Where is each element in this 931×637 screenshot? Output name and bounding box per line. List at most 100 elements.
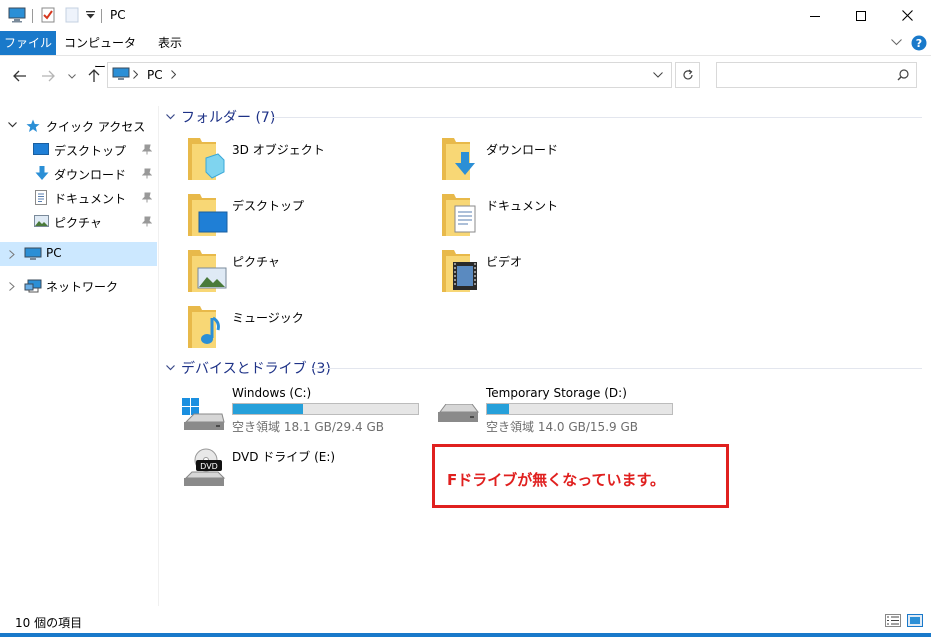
folder-label: 3D オブジェクト bbox=[232, 143, 325, 157]
folder-icon bbox=[186, 136, 226, 182]
folder-icon bbox=[440, 192, 480, 238]
window-title: PC bbox=[110, 8, 126, 22]
sidebar-item-desktop[interactable]: デスクトップ bbox=[0, 138, 157, 162]
properties-icon[interactable] bbox=[41, 7, 55, 23]
folder-videos[interactable]: ビデオ bbox=[440, 248, 670, 298]
svg-text:?: ? bbox=[916, 37, 922, 50]
forward-arrow-icon bbox=[41, 70, 55, 82]
separator bbox=[101, 9, 102, 23]
sidebar-item-label: PC bbox=[46, 246, 62, 260]
group-header-label: デバイスとドライブ (3) bbox=[181, 361, 331, 377]
drive-d[interactable]: Temporary Storage (D:) 空き領域 14.0 GB/15.9… bbox=[436, 386, 681, 436]
chevron-right-icon[interactable] bbox=[171, 70, 176, 79]
drive-usage-bar bbox=[486, 403, 673, 415]
pin-icon[interactable] bbox=[142, 192, 152, 203]
forward-button[interactable] bbox=[40, 68, 56, 84]
back-button[interactable] bbox=[12, 68, 28, 84]
folder-icon bbox=[186, 304, 226, 350]
search-icon bbox=[897, 69, 909, 81]
sidebar-item-pictures[interactable]: ピクチャ bbox=[0, 210, 157, 234]
chevron-down-icon bbox=[68, 73, 76, 79]
sidebar-item-network[interactable]: ネットワーク bbox=[0, 274, 157, 298]
folder-desktop[interactable]: デスクトップ bbox=[186, 192, 416, 242]
help-icon[interactable]: ? bbox=[911, 35, 927, 51]
sidebar-item-label: ピクチャ bbox=[54, 216, 102, 230]
picture-icon bbox=[34, 215, 49, 227]
pc-icon[interactable] bbox=[8, 7, 26, 23]
pc-icon bbox=[112, 67, 130, 82]
up-button[interactable] bbox=[86, 68, 102, 84]
maximize-button[interactable] bbox=[838, 0, 884, 31]
folder-icon bbox=[440, 136, 480, 182]
close-icon bbox=[901, 10, 913, 21]
expand-ribbon-icon[interactable] bbox=[891, 39, 902, 46]
item-count: 10 個の項目 bbox=[15, 616, 83, 630]
pin-icon[interactable] bbox=[142, 168, 152, 179]
tab-view[interactable]: 表示 bbox=[148, 31, 192, 55]
annotation-box: Fドライブが無くなっています。 bbox=[432, 444, 729, 508]
drive-c[interactable]: Windows (C:) 空き領域 18.1 GB/29.4 GB bbox=[182, 386, 427, 436]
folder-label: ドキュメント bbox=[486, 199, 559, 213]
svg-text:DVD: DVD bbox=[200, 462, 218, 471]
folder-3d-objects[interactable]: 3D オブジェクト bbox=[186, 136, 416, 186]
breadcrumb-pc[interactable]: PC bbox=[147, 68, 163, 82]
chevron-right-icon[interactable] bbox=[9, 250, 15, 259]
pin-icon[interactable] bbox=[142, 144, 152, 155]
pc-icon bbox=[24, 247, 42, 261]
divider bbox=[272, 117, 922, 118]
details-view-icon[interactable] bbox=[885, 614, 901, 627]
windows-drive-icon bbox=[182, 398, 226, 432]
new-folder-icon[interactable] bbox=[65, 7, 79, 23]
folder-pictures[interactable]: ピクチャ bbox=[186, 248, 416, 298]
group-header-label: フォルダー (7) bbox=[181, 110, 276, 126]
folder-label: デスクトップ bbox=[232, 199, 305, 213]
tab-computer[interactable]: コンピューター bbox=[64, 31, 136, 74]
dropdown-icon[interactable] bbox=[86, 11, 95, 19]
sidebar-item-documents[interactable]: ドキュメント bbox=[0, 186, 157, 210]
folder-icon bbox=[186, 248, 228, 294]
download-arrow-icon bbox=[35, 166, 49, 181]
close-button[interactable] bbox=[884, 0, 930, 31]
drive-free-space: 空き領域 18.1 GB/29.4 GB bbox=[232, 420, 384, 434]
sidebar-item-label: ネットワーク bbox=[46, 280, 119, 294]
folder-downloads[interactable]: ダウンロード bbox=[440, 136, 670, 186]
folder-music[interactable]: ミュージック bbox=[186, 304, 416, 354]
folder-label: ピクチャ bbox=[232, 255, 280, 269]
chevron-right-icon bbox=[133, 70, 138, 79]
dvd-icon: DVD bbox=[182, 448, 226, 488]
drive-name: Windows (C:) bbox=[232, 386, 312, 400]
folder-label: ビデオ bbox=[486, 255, 523, 269]
address-bar[interactable]: PC bbox=[107, 62, 672, 88]
address-dropdown-icon[interactable] bbox=[653, 72, 663, 78]
group-header-folders[interactable]: フォルダー (7) bbox=[166, 107, 275, 127]
group-header-drives[interactable]: デバイスとドライブ (3) bbox=[166, 358, 331, 378]
sidebar-item-label: ダウンロード bbox=[54, 168, 127, 182]
large-icons-view-icon[interactable] bbox=[907, 614, 923, 627]
sidebar-item-pc[interactable]: PC bbox=[0, 242, 157, 266]
sidebar-item-label: デスクトップ bbox=[54, 144, 127, 158]
pin-icon[interactable] bbox=[142, 216, 152, 227]
drive-usage-bar bbox=[232, 403, 419, 415]
address-row: PC bbox=[0, 56, 931, 96]
minimize-icon bbox=[810, 11, 820, 21]
title-bar: PC bbox=[0, 0, 931, 31]
search-input[interactable] bbox=[716, 62, 917, 88]
navigation-pane: クイック アクセス デスクトップ ダウンロード ドキュメント ピクチャ PC ネ… bbox=[0, 106, 159, 606]
drive-e[interactable]: DVD DVD ドライブ (E:) bbox=[182, 448, 427, 490]
chevron-down-icon[interactable] bbox=[8, 122, 17, 128]
recent-locations-button[interactable] bbox=[66, 68, 78, 84]
minimize-button[interactable] bbox=[792, 0, 838, 31]
sidebar-item-downloads[interactable]: ダウンロード bbox=[0, 162, 157, 186]
desktop-icon bbox=[33, 143, 49, 156]
folder-documents[interactable]: ドキュメント bbox=[440, 192, 670, 242]
maximize-icon bbox=[856, 10, 866, 21]
tab-file[interactable]: ファイル bbox=[0, 31, 56, 55]
annotation-text: Fドライブが無くなっています。 bbox=[447, 471, 665, 489]
document-icon bbox=[35, 190, 47, 205]
chevron-down-icon bbox=[166, 114, 175, 120]
refresh-icon bbox=[682, 69, 694, 81]
back-arrow-icon bbox=[13, 70, 27, 82]
refresh-button[interactable] bbox=[675, 62, 700, 88]
sidebar-item-quick-access[interactable]: クイック アクセス bbox=[0, 114, 157, 138]
chevron-right-icon[interactable] bbox=[9, 282, 15, 291]
